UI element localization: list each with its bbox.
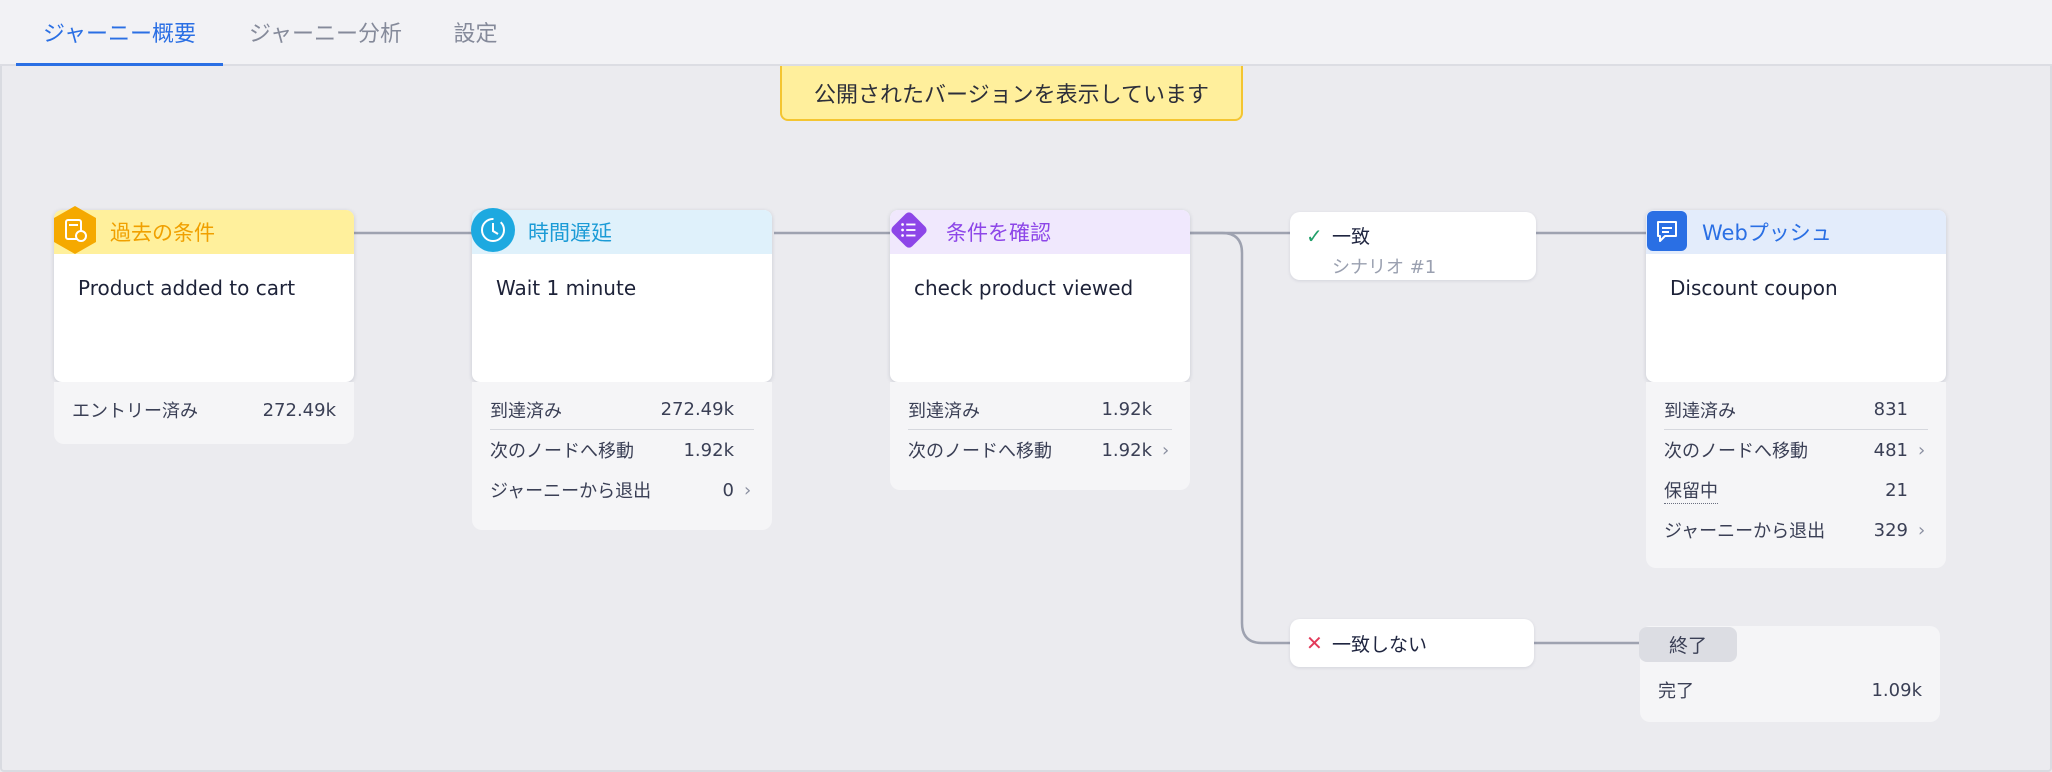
x-icon: ✕ <box>1306 631 1323 655</box>
node-title: Webプッシュ <box>1646 210 1946 254</box>
check-icon: ✓ <box>1306 224 1323 248</box>
stat-value: 481 <box>1873 439 1908 461</box>
past-condition-node[interactable]: 過去の条件 Product added to cart <box>54 210 354 382</box>
node-description: Discount coupon <box>1670 276 1838 300</box>
end-node-tag[interactable]: 終了 <box>1639 627 1737 662</box>
node-description: Product added to cart <box>78 276 296 300</box>
node-title: 時間遅延 <box>472 210 772 254</box>
node-title: 過去の条件 <box>54 210 354 254</box>
stat-value: 21 <box>1885 479 1908 501</box>
node-description: check product viewed <box>914 276 1134 300</box>
stat-row: 到達済み 1.92k <box>908 390 1172 430</box>
stat-label: 次のノードへ移動 <box>1664 441 1808 462</box>
stat-row: エントリー済み 272.49k <box>72 390 336 430</box>
stat-value: 831 <box>1873 399 1908 420</box>
branch-label: 一致 <box>1332 226 1371 248</box>
stat-label: 保留中 <box>1664 477 1718 504</box>
stat-row: 到達済み 831 <box>1664 390 1928 430</box>
stat-value: 272.49k <box>660 399 734 420</box>
stat-label: 次のノードへ移動 <box>908 441 1052 462</box>
branch-match[interactable]: ✓ 一致 シナリオ #1 <box>1290 212 1536 280</box>
time-delay-node[interactable]: 時間遅延 Wait 1 minute <box>472 210 772 382</box>
stat-label: 到達済み <box>908 400 980 422</box>
stat-value: 0 <box>722 479 734 501</box>
past-condition-stats: エントリー済み 272.49k <box>54 382 354 444</box>
branch-scenario: シナリオ #1 <box>1332 257 1437 278</box>
web-push-stats: 到達済み 831 次のノードへ移動 481 › 保留中 21 ジャーニーから退出 … <box>1646 382 1946 568</box>
stat-row: 次のノードへ移動 1.92k <box>490 430 754 470</box>
check-condition-stats: 到達済み 1.92k 次のノードへ移動 1.92k › <box>890 382 1190 490</box>
stat-value: 1.92k <box>1101 439 1152 461</box>
stat-row: 完了 1.09k <box>1658 670 1922 710</box>
chat-bubble-icon <box>1646 210 1688 252</box>
chevron-right-icon[interactable]: › <box>1918 440 1928 461</box>
time-delay-stats: 到達済み 272.49k 次のノードへ移動 1.92k ジャーニーから退出 0 › <box>472 382 772 530</box>
branch-no-match[interactable]: ✕ 一致しない <box>1290 619 1534 667</box>
branch-label: 一致しない <box>1332 633 1428 656</box>
stat-label: エントリー済み <box>72 401 198 422</box>
stat-value: 329 <box>1873 519 1908 541</box>
stat-row: 到達済み 272.49k <box>490 390 754 430</box>
list-icon <box>886 207 932 253</box>
stat-row-next[interactable]: 次のノードへ移動 1.92k › <box>908 430 1172 470</box>
stat-label: ジャーニーから退出 <box>1664 521 1826 542</box>
stat-value: 1.92k <box>1101 399 1152 420</box>
clock-icon <box>470 207 516 253</box>
stat-value: 272.49k <box>262 399 336 421</box>
stat-row-exit[interactable]: ジャーニーから退出 329 › <box>1664 510 1928 550</box>
stat-label: 到達済み <box>1664 400 1736 422</box>
chevron-right-icon[interactable]: › <box>1162 440 1172 461</box>
stat-row-exit[interactable]: ジャーニーから退出 0 › <box>490 470 754 510</box>
stat-label: ジャーニーから退出 <box>490 481 652 502</box>
stat-label: 完了 <box>1658 681 1694 702</box>
chevron-right-icon[interactable]: › <box>1918 520 1928 541</box>
history-list-icon <box>52 206 98 254</box>
check-condition-node[interactable]: 条件を確認 check product viewed <box>890 210 1190 382</box>
stat-row-pending: 保留中 21 <box>1664 470 1928 510</box>
stat-value: 1.92k <box>683 439 734 461</box>
node-title: 条件を確認 <box>890 210 1190 254</box>
web-push-node[interactable]: Webプッシュ Discount coupon <box>1646 210 1946 382</box>
stat-label: 次のノードへ移動 <box>490 441 634 462</box>
chevron-right-icon[interactable]: › <box>744 480 754 501</box>
node-description: Wait 1 minute <box>496 276 637 300</box>
stat-label: 到達済み <box>490 400 562 422</box>
stat-row-next[interactable]: 次のノードへ移動 481 › <box>1664 430 1928 470</box>
stat-value: 1.09k <box>1871 679 1922 701</box>
